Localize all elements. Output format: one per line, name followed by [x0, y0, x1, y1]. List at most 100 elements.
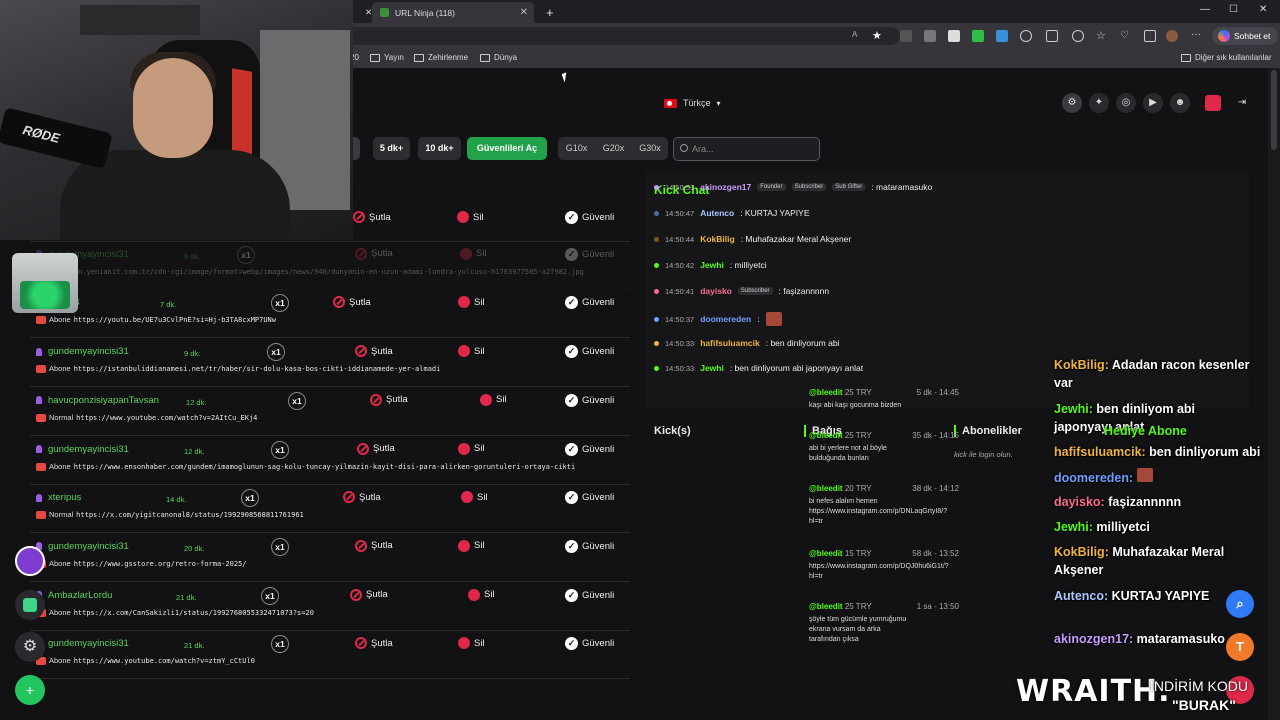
extension-icon[interactable]: [924, 30, 936, 42]
url-link[interactable]: https://x.com/CanSakizli1/status/1992768…: [74, 608, 314, 618]
ban-button[interactable]: Şutla: [370, 393, 408, 406]
url-link[interactable]: https://istanbuliddianamesi.net/tr/haber…: [74, 364, 441, 374]
add-user-icon[interactable]: +: [15, 675, 45, 705]
donor-name[interactable]: @bleedit: [809, 388, 843, 397]
chat-username[interactable]: doomereden: [700, 314, 751, 324]
logout-icon[interactable]: ⇥: [1232, 93, 1252, 113]
language-selector[interactable]: Türkçe ▾: [664, 98, 721, 108]
tab-close-prev[interactable]: ✕: [357, 2, 373, 23]
search-fab-icon[interactable]: ⌕: [1226, 590, 1254, 618]
url-link[interactable]: https://www.gsstore.org/retro-forma-2025…: [74, 559, 247, 569]
window-close-icon[interactable]: ✕: [1259, 4, 1267, 15]
g10x-button[interactable]: G10x: [558, 137, 595, 160]
safe-button[interactable]: ✓ Güvenli: [565, 442, 614, 456]
donor-name[interactable]: @bleedit: [809, 484, 843, 493]
app-icon[interactable]: [15, 590, 45, 620]
safe-button[interactable]: ✓ Güvenli: [565, 637, 614, 651]
url-link[interactable]: https://x.com/yigitcanonal8/status/19929…: [76, 510, 304, 520]
delete-button[interactable]: Sil: [458, 345, 485, 358]
safe-button[interactable]: ✓ Güvenli: [565, 211, 614, 224]
safe-button[interactable]: ✓ Güvenli: [565, 296, 614, 310]
delete-button[interactable]: Sil: [457, 211, 484, 223]
username[interactable]: gundemyayincisi31: [36, 541, 129, 552]
username[interactable]: AmbazlarLordu: [36, 590, 112, 601]
twitter-icon[interactable]: ✦: [1089, 93, 1109, 113]
ban-button[interactable]: Şutla: [357, 442, 395, 455]
safe-button[interactable]: ✓ Güvenli: [565, 345, 614, 359]
split-screen-icon[interactable]: [1046, 30, 1058, 42]
filter-10min-button[interactable]: 10 dk+: [418, 137, 461, 160]
username[interactable]: gundemyayincisi31: [36, 638, 129, 649]
safe-button[interactable]: ✓ Güvenli: [565, 393, 614, 407]
safe-button[interactable]: ✓ Güvenli: [565, 539, 614, 553]
url-link[interactable]: https://www.youtube.com/watch?v=2AItCu_E…: [76, 413, 257, 423]
ban-button[interactable]: Şutla: [333, 296, 371, 309]
discord-icon[interactable]: ☻: [1170, 93, 1190, 113]
donor-name[interactable]: @bleedit: [809, 602, 843, 611]
safe-button[interactable]: ✓ Güvenli: [565, 247, 614, 261]
chat-username[interactable]: akinozgen17: [700, 182, 751, 192]
url-link[interactable]: https://www.ensonhaber.com/gundem/imamog…: [74, 462, 576, 472]
ban-button[interactable]: Şutla: [343, 491, 381, 504]
username[interactable]: gundemyayincisi31: [36, 444, 129, 455]
plus-icon[interactable]: +: [546, 5, 554, 20]
extension-icon[interactable]: [996, 30, 1008, 42]
minimize-icon[interactable]: —: [1200, 4, 1210, 15]
delete-button[interactable]: Sil: [458, 296, 485, 309]
settings-gear-icon[interactable]: [1072, 30, 1084, 42]
copilot-chat-button[interactable]: Sohbet et: [1212, 27, 1279, 45]
donor-name[interactable]: @bleedit: [809, 549, 843, 558]
url-field[interactable]: [340, 27, 900, 45]
ban-button[interactable]: Şutla: [355, 637, 393, 650]
new-tab-button[interactable]: +: [538, 2, 562, 23]
delete-button[interactable]: Sil: [458, 442, 485, 455]
tab-url-ninja[interactable]: URL Ninja (118) ✕: [372, 2, 534, 23]
close-icon[interactable]: ✕: [520, 7, 528, 18]
g20x-button[interactable]: G20x: [595, 137, 632, 160]
donor-name[interactable]: @bleedit: [809, 431, 843, 440]
youtube-icon[interactable]: ▶: [1143, 93, 1163, 113]
favorites-icon[interactable]: ☆: [1096, 30, 1108, 42]
url-link[interactable]: https://cdn.yeniakit.com.tr/cdn-cgi/imag…: [36, 267, 584, 277]
extension-icon[interactable]: [972, 30, 984, 42]
search-input[interactable]: Ara...: [673, 137, 820, 161]
read-aloud-icon[interactable]: A: [852, 30, 864, 42]
bookmark-folder-zehirlenme[interactable]: Zehirlenme: [414, 53, 468, 62]
instagram-icon[interactable]: ◎: [1116, 93, 1136, 113]
ban-button[interactable]: Şutla: [353, 211, 391, 223]
chat-username[interactable]: Jewhi: [700, 260, 724, 270]
ban-button[interactable]: Şutla: [355, 539, 393, 552]
safe-button[interactable]: ✓ Güvenli: [565, 491, 614, 505]
username[interactable]: havucponzisiyapanTavsan: [36, 395, 159, 406]
chat-username[interactable]: hafifsuluamcik: [700, 338, 760, 348]
favorite-star-icon[interactable]: ★: [872, 30, 884, 42]
ban-button[interactable]: Şutla: [350, 588, 388, 601]
username[interactable]: gundemyayincisi31: [36, 346, 129, 357]
page-scrollbar[interactable]: [1268, 68, 1280, 720]
delete-button[interactable]: Sil: [458, 637, 485, 650]
bookmark-folder-yayin[interactable]: Yayın: [370, 53, 404, 62]
chat-username[interactable]: Jewhi: [700, 363, 724, 373]
settings-gear-icon[interactable]: ⚙: [15, 632, 45, 662]
g30x-button[interactable]: G30x: [632, 137, 668, 160]
more-menu-icon[interactable]: ···: [1191, 30, 1203, 42]
ban-button[interactable]: Şutla: [355, 345, 393, 358]
flag-icon[interactable]: [1205, 95, 1221, 111]
kick-icon[interactable]: ⚙: [1062, 93, 1082, 113]
chat-username[interactable]: KokBilig: [700, 234, 734, 244]
extension-icon[interactable]: [900, 30, 912, 42]
chat-username[interactable]: dayisko: [700, 286, 732, 296]
chat-username[interactable]: Autenco: [700, 208, 734, 218]
delete-button[interactable]: Sil: [480, 393, 507, 406]
bookmark-folder-dunya[interactable]: Dünya: [480, 53, 517, 62]
heart-icon[interactable]: ♡: [1120, 30, 1132, 42]
filter-5min-button[interactable]: 5 dk+: [373, 137, 410, 160]
twitch-icon[interactable]: [15, 546, 45, 576]
other-bookmarks[interactable]: Diğer sık kullanılanlar: [1181, 53, 1271, 62]
delete-button[interactable]: Sil: [460, 247, 487, 260]
ban-button[interactable]: Şutla: [355, 247, 393, 260]
profile-avatar[interactable]: [1166, 30, 1178, 42]
scroll-top-icon[interactable]: T: [1226, 633, 1254, 661]
collections-icon[interactable]: [1144, 30, 1156, 42]
delete-button[interactable]: Sil: [461, 491, 488, 504]
